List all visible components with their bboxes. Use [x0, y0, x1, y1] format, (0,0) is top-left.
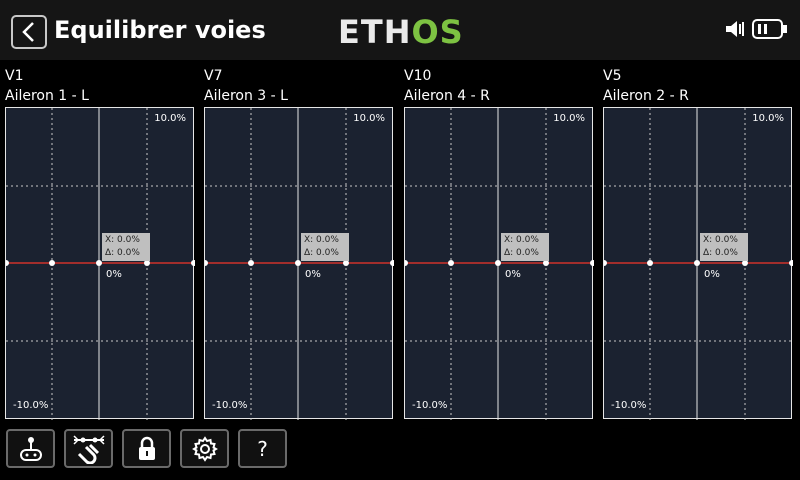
max-label: 10.0% [752, 113, 784, 124]
curve-point [49, 260, 55, 266]
help-button[interactable]: ? [238, 429, 287, 468]
stick-button[interactable] [6, 429, 55, 468]
channel-panel-v1[interactable]: V1 Aileron 1 - L 10.0% X: 0.0% Δ: 0.0% 0%… [5, 66, 195, 420]
max-label: 10.0% [553, 113, 585, 124]
magnet-icon [72, 434, 105, 464]
balance-graph[interactable]: 10.0% X: 0.0% Δ: 0.0% 0% -10.0% [5, 107, 195, 420]
battery-icon [752, 19, 787, 39]
curve-point [647, 260, 653, 266]
lock-button[interactable] [122, 429, 171, 468]
page-title: Equilibrer voies [54, 16, 266, 44]
ethos-logo: ETHOS [338, 13, 464, 51]
curve-point [205, 260, 208, 266]
channel-id: V1 [5, 68, 24, 84]
curve-point [448, 260, 454, 266]
lock-icon [138, 436, 155, 460]
readout-box: X: 0.0% Δ: 0.0% [700, 233, 748, 261]
min-label: -10.0% [212, 400, 248, 411]
header-bar: Equilibrer voies ETHOS [0, 0, 800, 60]
help-icon: ? [257, 436, 268, 461]
channel-panel-v5[interactable]: V5 Aileron 2 - R 10.0% X: 0.0% Δ: 0.0% 0%… [603, 66, 793, 420]
channel-panel-v10[interactable]: V10 Aileron 4 - R 10.0% X: 0.0% Δ: 0.0% 0… [404, 66, 594, 420]
max-label: 10.0% [353, 113, 385, 124]
zero-label: 0% [106, 269, 122, 280]
channel-id: V5 [603, 68, 622, 84]
speaker-icon [726, 21, 744, 37]
channel-id: V7 [204, 68, 223, 84]
back-button[interactable] [11, 15, 47, 49]
readout-box: X: 0.0% Δ: 0.0% [301, 233, 349, 261]
zero-label: 0% [505, 269, 521, 280]
channel-name: Aileron 1 - L [5, 88, 89, 104]
curve-point [590, 260, 594, 266]
min-label: -10.0% [611, 400, 647, 411]
channel-name: Aileron 4 - R [404, 88, 490, 104]
curve-point [604, 260, 607, 266]
zero-label: 0% [704, 269, 720, 280]
max-label: 10.0% [154, 113, 186, 124]
readout-box: X: 0.0% Δ: 0.0% [501, 233, 549, 261]
channel-name: Aileron 3 - L [204, 88, 288, 104]
readout-box: X: 0.0% Δ: 0.0% [102, 233, 150, 261]
min-label: -10.0% [412, 400, 448, 411]
gear-icon [191, 435, 218, 462]
balance-graph[interactable]: 10.0% X: 0.0% Δ: 0.0% 0% -10.0% [603, 107, 793, 420]
curve-point [390, 260, 394, 266]
curve-point [6, 260, 9, 266]
balance-graph[interactable]: 10.0% X: 0.0% Δ: 0.0% 0% -10.0% [404, 107, 594, 420]
magnet-button[interactable] [64, 429, 113, 468]
bottom-toolbar: ? [6, 429, 287, 468]
channel-id: V10 [404, 68, 432, 84]
channel-panel-v7[interactable]: V7 Aileron 3 - L 10.0% X: 0.0% Δ: 0.0% 0%… [204, 66, 394, 420]
min-label: -10.0% [13, 400, 49, 411]
status-icons [724, 18, 788, 40]
curve-point [248, 260, 254, 266]
zero-label: 0% [305, 269, 321, 280]
curve-point [789, 260, 793, 266]
chevron-left-icon [22, 22, 34, 42]
curve-point [191, 260, 195, 266]
joystick-icon [19, 436, 42, 461]
settings-button[interactable] [180, 429, 229, 468]
channel-name: Aileron 2 - R [603, 88, 689, 104]
curve-point [405, 260, 408, 266]
balance-graph[interactable]: 10.0% X: 0.0% Δ: 0.0% 0% -10.0% [204, 107, 394, 420]
